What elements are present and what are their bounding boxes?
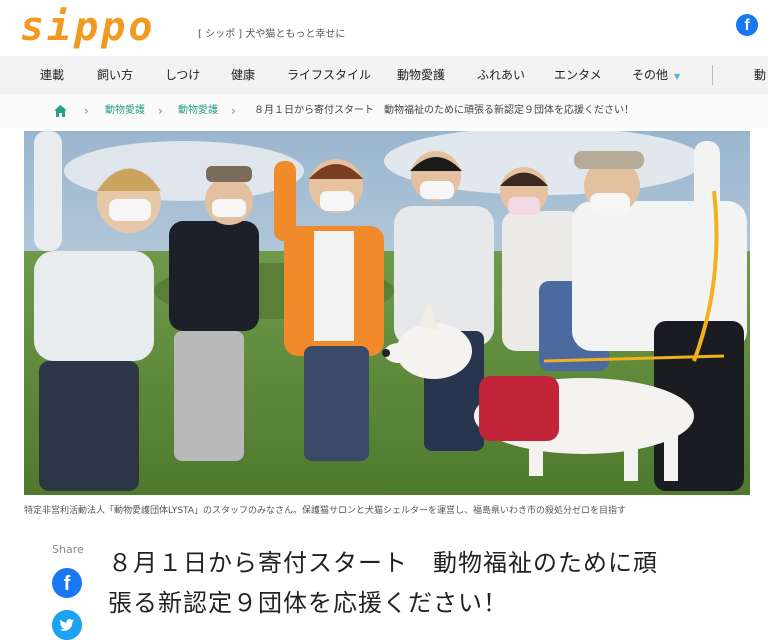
photo-caption: 特定非営利活動法人「動物愛護団体LYSTA」のスタッフのみなさん。保護猫サロンと… <box>24 506 626 516</box>
breadcrumb-current: ８月１日から寄付スタート 動物福祉のために頑張る新認定９団体を応援ください！ <box>254 105 634 116</box>
nav-item-other[interactable]: その他 ▼ <box>632 56 680 94</box>
nav-item-other-label: その他 <box>632 68 669 82</box>
article-title: ８月１日から寄付スタート 動物福祉のために頑 張る新認定９団体を応援ください！ <box>108 543 758 623</box>
article-title-line: 張る新認定９団体を応援ください！ <box>108 589 508 617</box>
nav-item-entertainment[interactable]: エンタメ <box>554 56 602 94</box>
main-nav: 連載 飼い方 しつけ 健康 ライフスタイル 動物愛護 ふれあい エンタメ その他… <box>0 56 768 94</box>
breadcrumb-link-animal-welfare[interactable]: 動物愛護 <box>105 94 145 128</box>
chevron-right-icon: › <box>84 104 89 118</box>
nav-item-serial[interactable]: 連載 <box>40 56 64 94</box>
article-title-line: ８月１日から寄付スタート 動物福祉のために頑 <box>108 549 658 577</box>
site-logo[interactable]: sippo <box>20 2 155 52</box>
nav-item-animal-welfare[interactable]: 動物愛護 <box>397 56 445 94</box>
breadcrumb: › 動物愛護 › 動物愛護 › ８月１日から寄付スタート 動物福祉のために頑張る… <box>0 94 768 128</box>
nav-item-interaction[interactable]: ふれあい <box>477 56 525 94</box>
site-header: sippo [ シッポ ] 犬や猫ともっと幸せに f <box>0 0 768 56</box>
home-icon[interactable] <box>54 105 67 117</box>
share-label: Share <box>52 543 84 556</box>
nav-item-training[interactable]: しつけ <box>165 56 200 94</box>
nav-item-care[interactable]: 飼い方 <box>97 56 133 94</box>
facebook-icon[interactable]: f <box>52 568 82 598</box>
twitter-icon[interactable] <box>52 610 82 640</box>
chevron-right-icon: › <box>231 104 236 118</box>
nav-item-lifestyle[interactable]: ライフスタイル <box>287 56 371 94</box>
facebook-icon[interactable]: f <box>736 14 758 36</box>
chevron-right-icon: › <box>158 104 163 118</box>
nav-divider <box>712 65 713 85</box>
caret-down-icon: ▼ <box>674 72 681 81</box>
site-tagline: [ シッポ ] 犬や猫ともっと幸せに <box>198 29 346 40</box>
nav-item-health[interactable]: 健康 <box>231 56 255 94</box>
breadcrumb-link-animal-welfare-sub[interactable]: 動物愛護 <box>178 94 218 128</box>
nav-item-overflow[interactable]: 動 <box>754 56 766 94</box>
hero-photo <box>24 131 750 495</box>
